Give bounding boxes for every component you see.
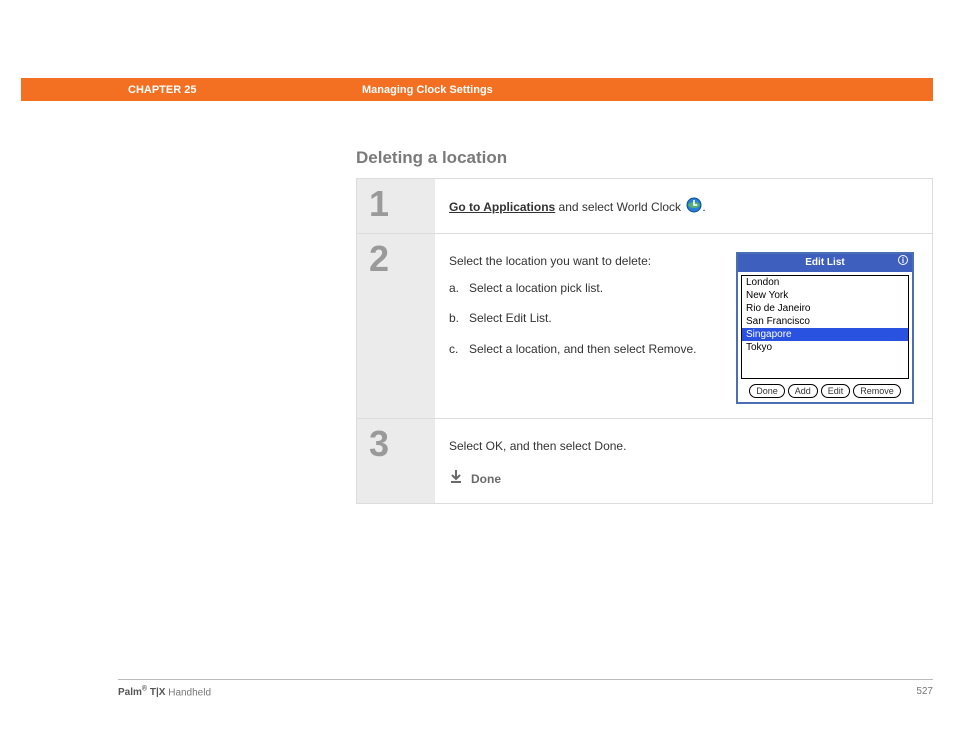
list-letter: c. xyxy=(449,340,463,359)
brand-suffix: Handheld xyxy=(165,687,211,698)
palm-done-button[interactable]: Done xyxy=(749,384,785,398)
done-label: Done xyxy=(471,470,501,489)
palm-list-item[interactable]: London xyxy=(742,276,908,289)
palm-list-item-selected[interactable]: Singapore xyxy=(742,328,908,341)
step-body: Select OK, and then select Done. Done xyxy=(435,419,932,503)
palm-list: London New York Rio de Janeiro San Franc… xyxy=(741,275,909,379)
palm-list-item[interactable]: Rio de Janeiro xyxy=(742,302,908,315)
steps-block: 1 Go to Applications and select World Cl… xyxy=(356,178,933,504)
list-letter: a. xyxy=(449,279,463,298)
step-number: 2 xyxy=(357,234,435,418)
step-text: Select OK, and then select Done. Done xyxy=(449,437,914,489)
palm-edit-list-screenshot: Edit List i London New York Rio de Janei… xyxy=(736,252,914,404)
section-heading: Deleting a location xyxy=(356,148,507,168)
list-item: a. Select a location pick list. xyxy=(449,279,716,298)
palm-titlebar: Edit List i xyxy=(738,254,912,272)
list-item: b. Select Edit List. xyxy=(449,309,716,328)
palm-remove-button[interactable]: Remove xyxy=(853,384,901,398)
world-clock-icon xyxy=(686,197,702,219)
footer-brand: Palm® T|X Handheld xyxy=(118,686,211,698)
header-spacer xyxy=(21,78,118,101)
chapter-header: CHAPTER 25 Managing Clock Settings xyxy=(21,78,933,101)
list-letter: b. xyxy=(449,309,463,328)
palm-list-item[interactable]: San Francisco xyxy=(742,315,908,328)
step-body: Go to Applications and select World Cloc… xyxy=(435,179,932,233)
info-icon: i xyxy=(898,255,908,265)
step1-rest: and select World Clock xyxy=(555,200,684,214)
done-row: Done xyxy=(449,469,914,489)
step-text: Go to Applications and select World Cloc… xyxy=(449,197,914,219)
chapter-label: CHAPTER 25 xyxy=(118,78,352,101)
page-footer: Palm® T|X Handheld 527 xyxy=(118,686,933,698)
palm-list-item[interactable]: New York xyxy=(742,289,908,302)
step-number: 1 xyxy=(357,179,435,233)
done-arrow-icon xyxy=(449,469,463,489)
step-text: Select the location you want to delete: … xyxy=(449,252,716,404)
step-number: 3 xyxy=(357,419,435,503)
list-text: Select a location, and then select Remov… xyxy=(469,340,696,359)
palm-edit-button[interactable]: Edit xyxy=(821,384,851,398)
footer-rule xyxy=(118,679,933,680)
step-body: Select the location you want to delete: … xyxy=(435,234,932,418)
step-row-1: 1 Go to Applications and select World Cl… xyxy=(357,179,932,234)
palm-buttons: Done Add Edit Remove xyxy=(738,382,912,402)
list-text: Select Edit List. xyxy=(469,309,552,328)
list-text: Select a location pick list. xyxy=(469,279,603,298)
palm-title: Edit List xyxy=(805,257,844,268)
brand-mid: T|X xyxy=(147,687,165,698)
go-to-applications-link[interactable]: Go to Applications xyxy=(449,200,555,214)
list-item: c. Select a location, and then select Re… xyxy=(449,340,716,359)
step3-text: Select OK, and then select Done. xyxy=(449,437,914,456)
step-row-3: 3 Select OK, and then select Done. Done xyxy=(357,419,932,503)
brand-prefix: Palm xyxy=(118,687,142,698)
step-row-2: 2 Select the location you want to delete… xyxy=(357,234,932,419)
period: . xyxy=(702,200,705,214)
palm-list-item[interactable]: Tokyo xyxy=(742,341,908,354)
palm-add-button[interactable]: Add xyxy=(788,384,818,398)
step2-intro: Select the location you want to delete: xyxy=(449,252,716,271)
chapter-title: Managing Clock Settings xyxy=(352,78,933,101)
step2-sublist: a. Select a location pick list. b. Selec… xyxy=(449,279,716,359)
page-number: 527 xyxy=(916,686,933,698)
